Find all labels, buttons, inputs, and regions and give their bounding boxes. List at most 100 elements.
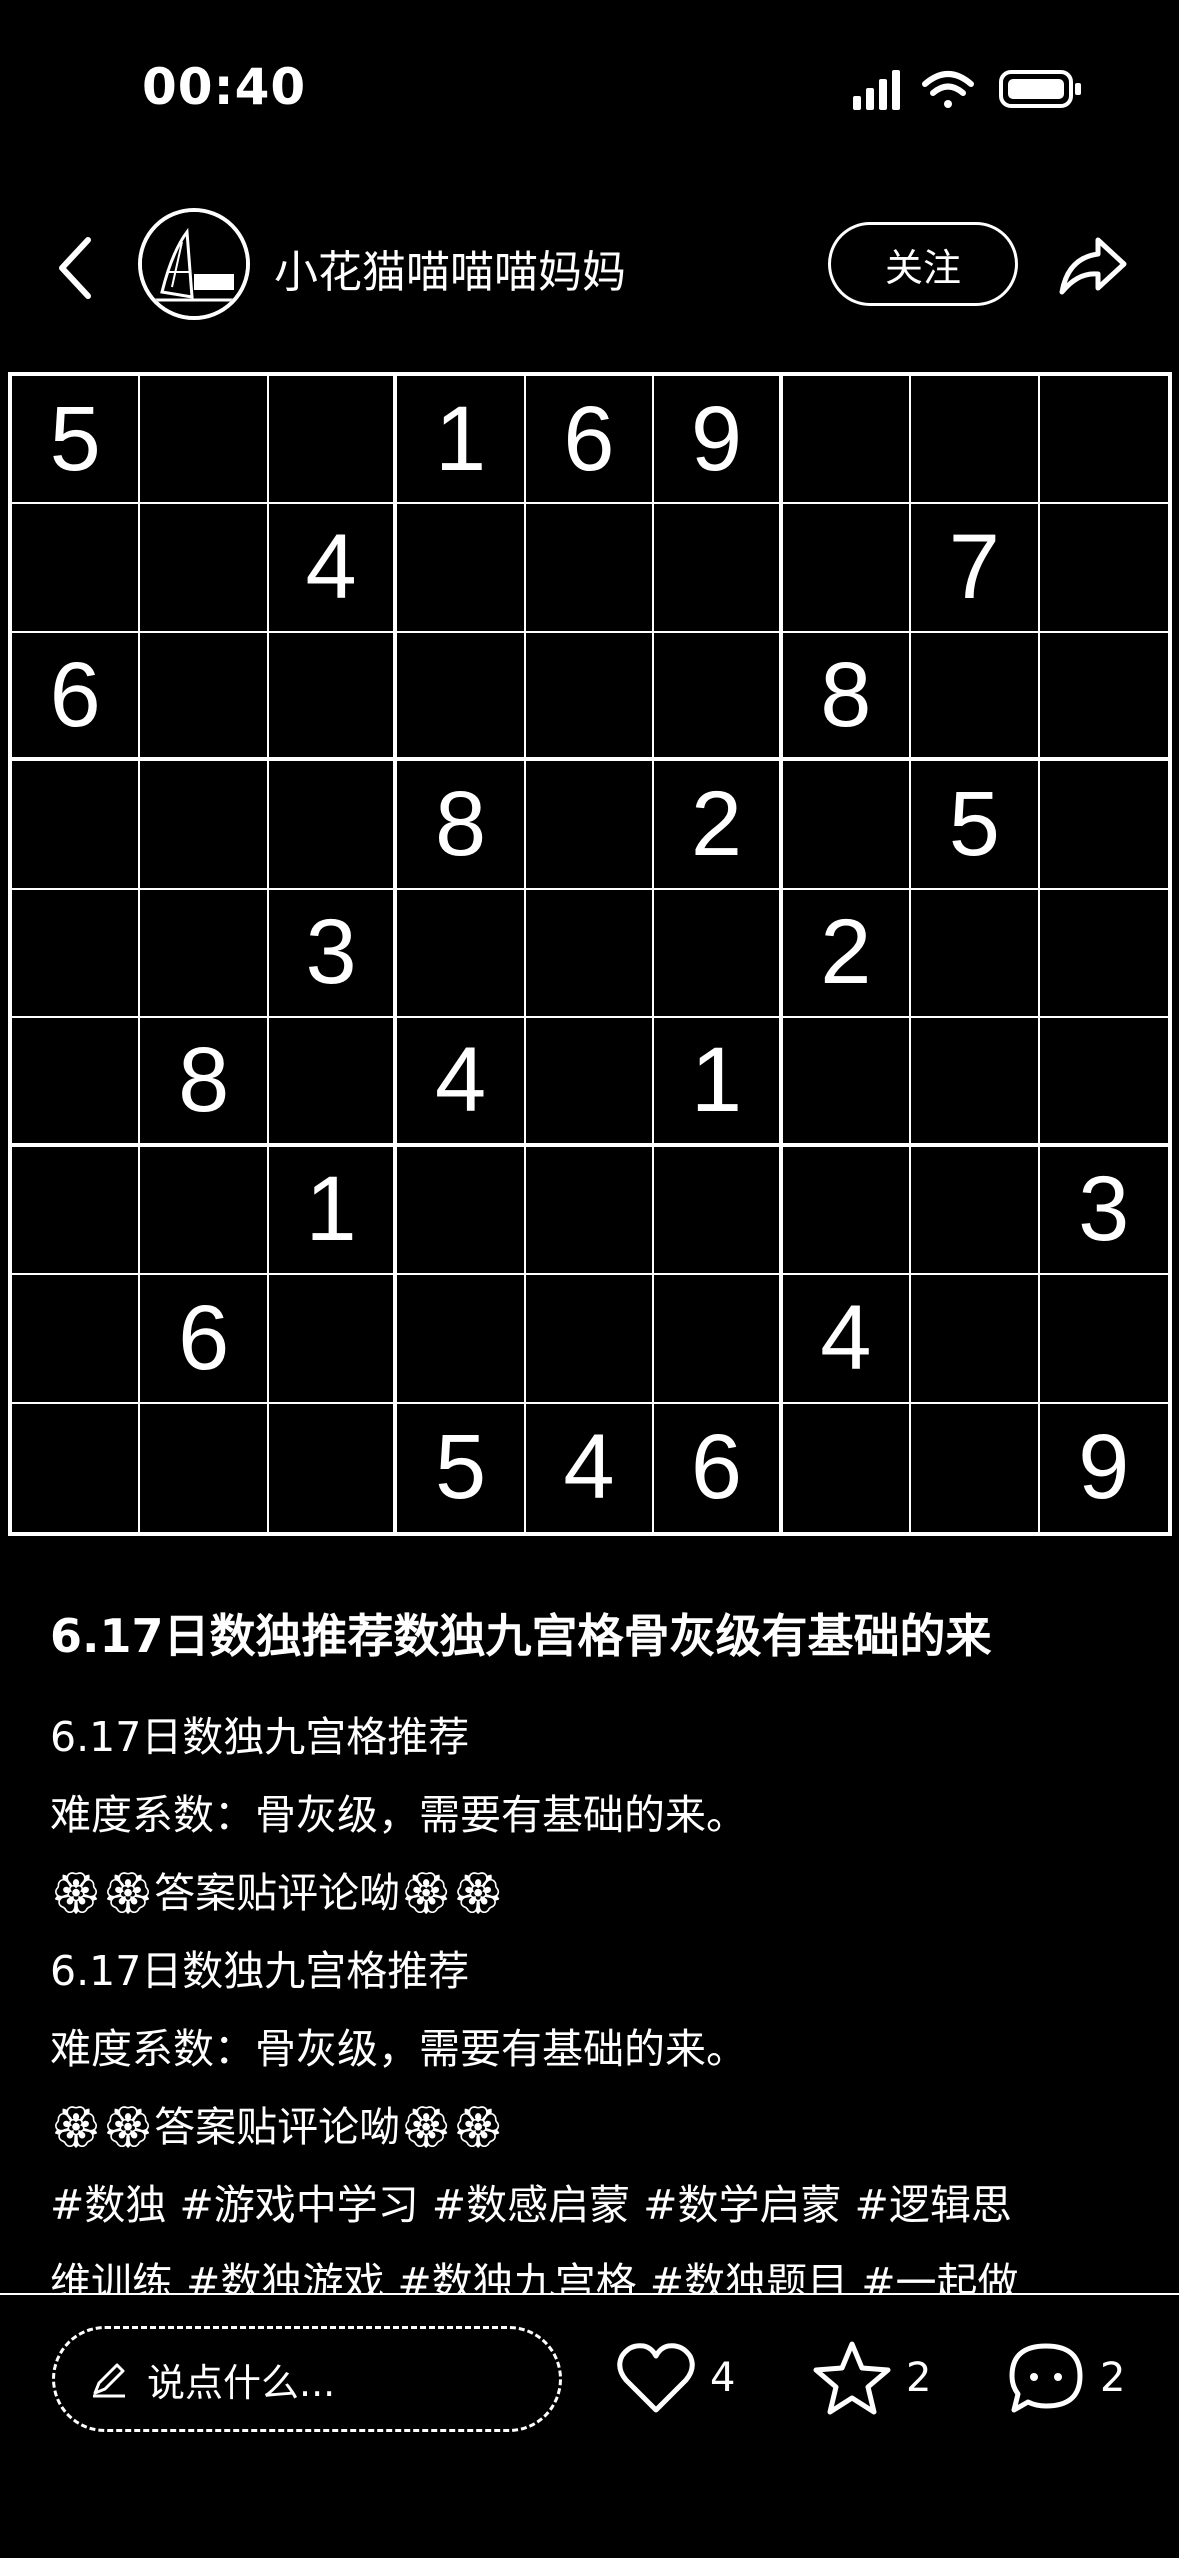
- sudoku-cell: [1039, 633, 1168, 762]
- sudoku-cell: 2: [654, 761, 783, 890]
- sudoku-cell: [140, 889, 269, 1019]
- sudoku-cell: [140, 376, 269, 505]
- avatar[interactable]: [138, 208, 250, 320]
- heart-icon: [617, 2343, 695, 2413]
- sudoku-cell: [911, 1275, 1040, 1404]
- sudoku-cell: [782, 1018, 912, 1147]
- sudoku-cell: 5: [911, 761, 1040, 890]
- sudoku-cell: [12, 761, 141, 890]
- sudoku-cell: 6: [140, 1275, 269, 1404]
- sudoku-cell: [782, 1146, 912, 1276]
- sudoku-cell: [268, 376, 398, 505]
- sudoku-cell: 9: [654, 376, 783, 505]
- sudoku-cell: 6: [654, 1403, 783, 1532]
- sudoku-cell: 8: [782, 632, 912, 762]
- sudoku-cell: 1: [397, 376, 526, 505]
- comment-input[interactable]: 说点什么...: [52, 2326, 562, 2432]
- sudoku-cell: [525, 1146, 655, 1276]
- share-icon[interactable]: [1054, 228, 1130, 304]
- sudoku-cell: 4: [526, 1403, 655, 1532]
- sudoku-cell: [268, 632, 398, 762]
- sudoku-cell: [525, 1018, 655, 1147]
- sudoku-cell: [140, 1146, 269, 1276]
- sudoku-cell: 2: [782, 889, 912, 1019]
- post-title: 6.17日数独推荐数独九宫格骨灰级有基础的来: [50, 1609, 992, 1663]
- sudoku-cell: [782, 504, 912, 633]
- sudoku-cell: [525, 761, 655, 890]
- username[interactable]: 小花猫喵喵喵妈妈: [274, 236, 626, 300]
- sudoku-grid: 516947688253284113645469: [8, 372, 1172, 1536]
- sudoku-cell: [1039, 1018, 1168, 1147]
- post-hashtags-line[interactable]: #数独 #游戏中学习 #数感启蒙 #数学启蒙 #逻辑思: [50, 2166, 1150, 2244]
- sudoku-cell: [268, 1275, 398, 1404]
- sudoku-cell: [911, 632, 1040, 762]
- sudoku-cell: 6: [12, 632, 141, 762]
- sudoku-cell: [12, 1018, 141, 1147]
- sudoku-cell: [1039, 761, 1168, 890]
- comment-placeholder: 说点什么...: [147, 2360, 336, 2405]
- post-line: 6.17日数独九宫格推荐: [50, 1947, 470, 1995]
- follow-button[interactable]: 关注: [828, 222, 1018, 306]
- comment-count: 2: [1100, 2355, 1126, 2401]
- sudoku-cell: 1: [654, 1018, 783, 1147]
- sudoku-cell: 8: [140, 1018, 269, 1147]
- sudoku-cell: 6: [525, 376, 655, 505]
- sudoku-cell: [397, 1146, 526, 1276]
- sudoku-cell: [12, 1275, 141, 1404]
- sudoku-cell: [525, 632, 655, 762]
- sudoku-cell: [654, 889, 783, 1019]
- sudoku-cell: [654, 1146, 783, 1276]
- sudoku-cell: 3: [1039, 1147, 1168, 1276]
- sudoku-cell: 4: [268, 504, 398, 633]
- post-line: 难度系数：骨灰级，需要有基础的来。: [50, 2025, 747, 2073]
- like-count: 4: [710, 2355, 736, 2401]
- sudoku-cell: [654, 1275, 783, 1404]
- sudoku-cell: [397, 1275, 526, 1404]
- post-line: 难度系数：骨灰级，需要有基础的来。: [50, 1791, 747, 1839]
- post-line: 🏵🏵答案贴评论呦🏵🏵: [50, 2103, 505, 2151]
- sudoku-cell: [140, 1403, 269, 1532]
- sudoku-cell: [268, 1018, 398, 1147]
- sudoku-cell: [140, 504, 269, 633]
- sudoku-cell: 8: [397, 761, 526, 890]
- sudoku-cell: [140, 632, 269, 762]
- favorite-button[interactable]: 2: [812, 2330, 931, 2426]
- sudoku-cell: 1: [268, 1146, 398, 1276]
- sudoku-cell: 9: [1078, 1416, 1130, 1519]
- sudoku-cell: [525, 504, 655, 633]
- like-button[interactable]: 4: [616, 2330, 735, 2426]
- sudoku-cell: [1039, 1275, 1168, 1404]
- sudoku-cell: 4: [397, 1018, 526, 1147]
- sudoku-cell: [911, 1018, 1040, 1147]
- sudoku-cell: [268, 761, 398, 890]
- sudoku-cell: [525, 1275, 655, 1404]
- comment-button[interactable]: 2: [1006, 2330, 1125, 2426]
- favorite-count: 2: [906, 2355, 932, 2401]
- sudoku-cell: [140, 761, 269, 890]
- sudoku-cell: [1039, 890, 1168, 1019]
- sudoku-cell: [911, 1403, 1040, 1532]
- sudoku-cell: [397, 504, 526, 633]
- sudoku-cell: [911, 376, 1040, 505]
- status-time: 00:40: [142, 58, 307, 116]
- chat-bubble-icon: [1009, 2343, 1083, 2413]
- sudoku-cell: [782, 376, 912, 505]
- sudoku-cell: [12, 1403, 141, 1532]
- battery-icon: [999, 70, 1081, 108]
- sudoku-cell: [269, 1403, 398, 1532]
- sudoku-cell: [911, 1146, 1040, 1276]
- sudoku-cell: [654, 632, 783, 762]
- sudoku-cell: [397, 632, 526, 762]
- sudoku-cell: 5: [12, 376, 141, 505]
- post-line: 🏵🏵答案贴评论呦🏵🏵: [50, 1869, 505, 1917]
- sudoku-cell: 5: [397, 1403, 526, 1532]
- back-icon[interactable]: [48, 228, 108, 308]
- sudoku-cell: [525, 889, 655, 1019]
- star-icon: [813, 2341, 891, 2415]
- sudoku-cell: 7: [911, 504, 1040, 633]
- sudoku-cell: 3: [268, 889, 398, 1019]
- sudoku-cell: [654, 504, 783, 633]
- wifi-icon: [922, 71, 974, 108]
- status-icons: [853, 70, 1081, 110]
- sudoku-cell: [783, 1403, 912, 1532]
